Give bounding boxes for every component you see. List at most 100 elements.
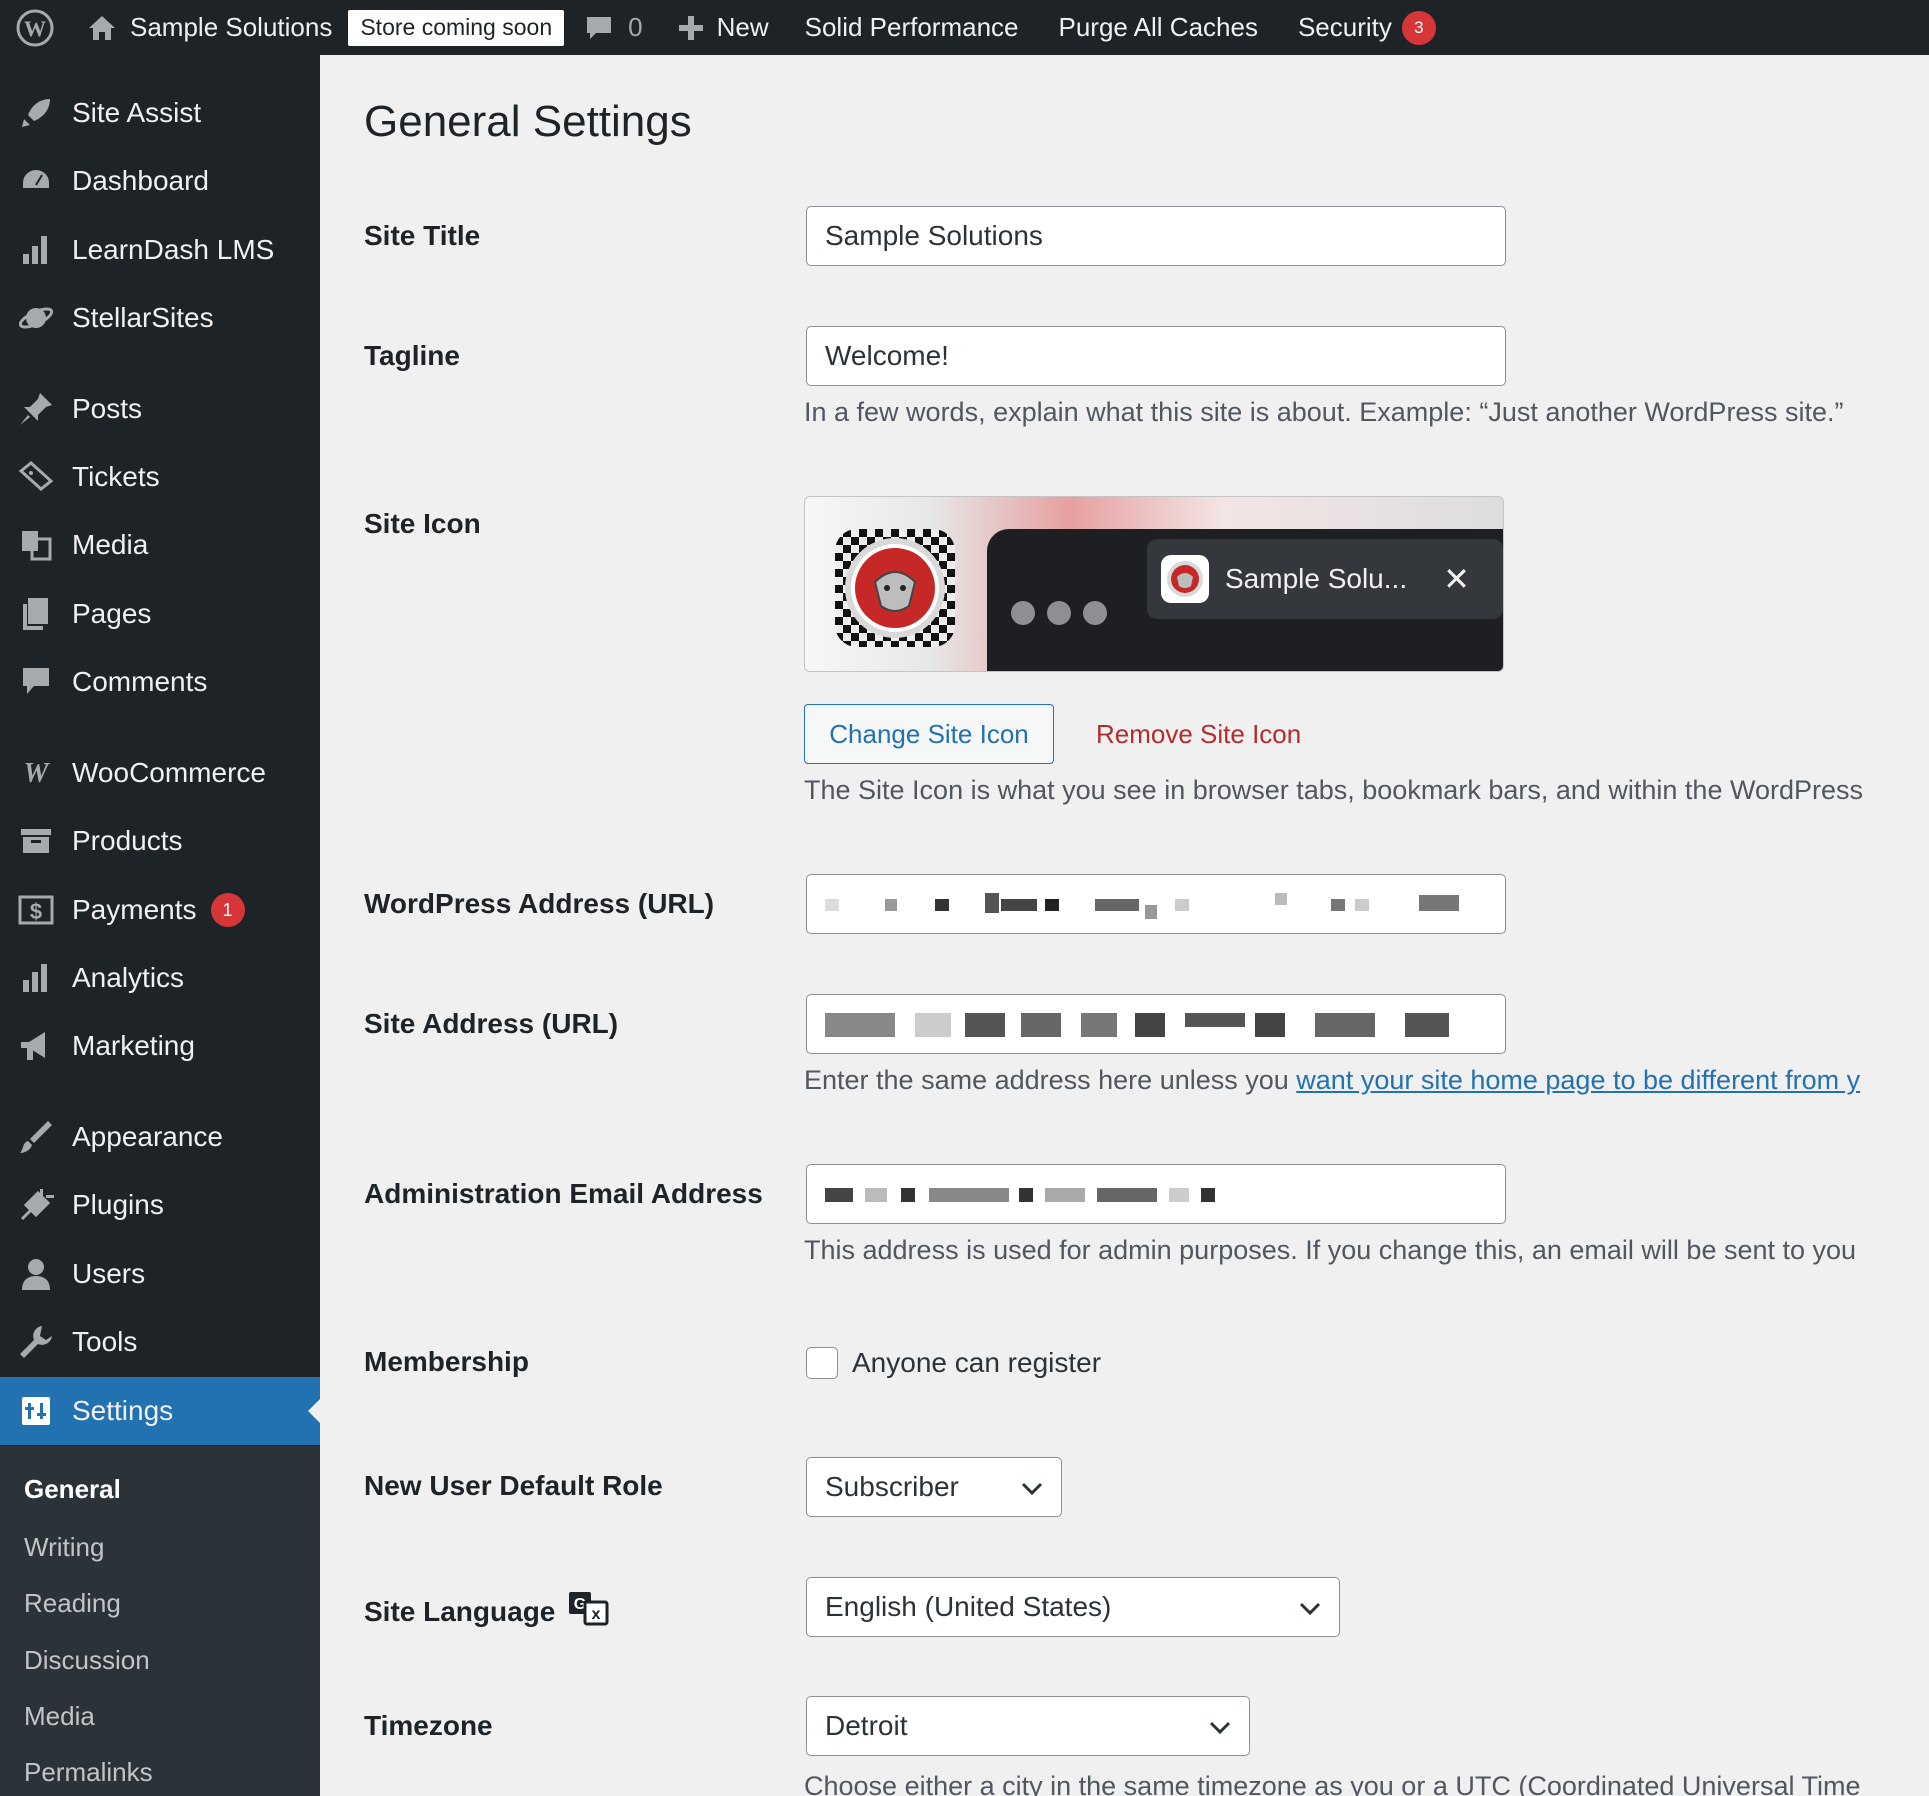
wrench-icon	[0, 1324, 72, 1360]
chevron-down-icon	[1209, 1710, 1231, 1742]
remove-site-icon-button[interactable]: Remove Site Icon	[1096, 719, 1301, 750]
timezone-description: Choose either a city in the same timezon…	[804, 1771, 1861, 1796]
site-icon-label: Site Icon	[364, 508, 481, 539]
browser-tab: Sample Solu... ✕	[1147, 539, 1503, 619]
sidebar-item-dashboard[interactable]: Dashboard	[0, 152, 320, 210]
site-name-menu[interactable]: Sample Solutions	[86, 0, 332, 55]
purge-caches-menu[interactable]: Purge All Caches	[1059, 0, 1258, 55]
sidebar-item-label: WooCommerce	[72, 757, 266, 788]
sidebar-item-plugins[interactable]: Plugins	[0, 1176, 320, 1234]
pin-icon	[0, 391, 72, 427]
tab-close-icon: ✕	[1443, 561, 1470, 597]
site-address-input[interactable]	[806, 994, 1506, 1054]
plug-icon	[0, 1187, 72, 1223]
sidebar-item-comments[interactable]: Comments	[0, 653, 320, 711]
default-role-label: New User Default Role	[364, 1470, 663, 1501]
sidebar-item-tools[interactable]: Tools	[0, 1313, 320, 1371]
redacted-value	[825, 891, 1475, 919]
sidebar-item-woocommerce[interactable]: W WooCommerce	[0, 744, 320, 802]
planet-icon	[0, 300, 72, 336]
dollar-icon: $	[0, 892, 72, 928]
sidebar-item-label: Analytics	[72, 962, 185, 993]
membership-label: Membership	[364, 1346, 529, 1377]
tagline-description: In a few words, explain what this site i…	[804, 397, 1844, 427]
sidebar-item-media[interactable]: Media	[0, 516, 320, 574]
site-title-input[interactable]: Sample Solutions	[806, 206, 1506, 266]
media-icon	[0, 527, 72, 563]
ticket-icon	[0, 459, 72, 495]
sidebar-item-label: Users	[72, 1258, 146, 1289]
anyone-can-register-checkbox[interactable]	[806, 1347, 838, 1379]
site-address-desc-text: Enter the same address here unless you	[804, 1065, 1297, 1095]
settings-icon	[0, 1393, 72, 1429]
comment-icon	[584, 13, 614, 43]
bar-chart-icon	[0, 232, 72, 268]
default-role-value: Subscriber	[825, 1471, 959, 1502]
archive-icon	[0, 823, 72, 859]
sidebar-item-label: Tickets	[72, 461, 160, 492]
security-menu[interactable]: Security 3	[1298, 0, 1436, 55]
sidebar-item-posts[interactable]: Posts	[0, 380, 320, 438]
submenu-discussion[interactable]: Discussion	[24, 1645, 150, 1676]
site-icon-image	[835, 529, 955, 647]
settings-submenu: General Writing Reading Discussion Media…	[0, 1446, 320, 1796]
window-dot-icon	[1011, 601, 1035, 625]
sidebar-item-label: Media	[72, 529, 149, 560]
bar-chart-icon	[0, 960, 72, 996]
wp-address-input[interactable]	[806, 874, 1506, 934]
svg-text:W: W	[24, 16, 46, 41]
home-page-different-link[interactable]: want your site home page to be different…	[1296, 1065, 1860, 1095]
submenu-writing[interactable]: Writing	[24, 1532, 104, 1563]
change-site-icon-button[interactable]: Change Site Icon	[804, 704, 1054, 764]
site-language-select[interactable]: English (United States)	[806, 1577, 1340, 1637]
default-role-select[interactable]: Subscriber	[806, 1457, 1062, 1517]
site-icon-preview: Sample Solu... ✕	[804, 496, 1504, 672]
sidebar-item-label: Comments	[72, 666, 208, 697]
submenu-media[interactable]: Media	[24, 1701, 95, 1732]
sidebar-item-label: Dashboard	[72, 165, 209, 196]
sidebar-item-tickets[interactable]: Tickets	[0, 448, 320, 506]
sidebar-item-marketing[interactable]: Marketing	[0, 1017, 320, 1075]
svg-text:$: $	[30, 899, 42, 924]
home-icon	[86, 12, 118, 44]
sidebar-item-label: Pages	[72, 598, 152, 629]
site-language-value: English (United States)	[825, 1591, 1112, 1622]
anyone-can-register-label[interactable]: Anyone can register	[852, 1347, 1101, 1379]
wp-logo-icon[interactable]: W	[0, 0, 70, 55]
brush-icon	[0, 1119, 72, 1155]
admin-bar: W Sample Solutions Store coming soon 0 N…	[0, 0, 1929, 55]
comments-count: 0	[628, 12, 643, 42]
sidebar-item-payments[interactable]: $ Payments 1	[0, 881, 320, 939]
sidebar-item-pages[interactable]: Pages	[0, 585, 320, 643]
solid-performance-menu[interactable]: Solid Performance	[805, 0, 1019, 55]
sidebar-item-products[interactable]: Products	[0, 812, 320, 870]
new-label: New	[716, 12, 769, 42]
sidebar-item-learndash[interactable]: LearnDash LMS	[0, 221, 320, 279]
redacted-value	[825, 1182, 1245, 1206]
sidebar-item-stellarsites[interactable]: StellarSites	[0, 289, 320, 347]
plus-icon	[677, 14, 705, 42]
tab-favicon-icon	[1161, 555, 1209, 603]
sidebar-item-analytics[interactable]: Analytics	[0, 949, 320, 1007]
sidebar-item-label: Appearance	[72, 1121, 224, 1152]
submenu-general[interactable]: General	[24, 1474, 121, 1505]
sidebar-item-users[interactable]: Users	[0, 1245, 320, 1303]
window-dot-icon	[1083, 601, 1107, 625]
submenu-reading[interactable]: Reading	[24, 1588, 121, 1619]
admin-email-input[interactable]	[806, 1164, 1506, 1224]
tagline-input[interactable]: Welcome!	[806, 326, 1506, 386]
sidebar-item-label: Tools	[72, 1326, 138, 1357]
new-content-menu[interactable]: New	[677, 0, 769, 55]
comment-icon	[0, 664, 72, 700]
comments-menu[interactable]: 0	[584, 0, 643, 55]
sidebar-item-label: Products	[72, 825, 183, 856]
sidebar-item-site-assist[interactable]: Site Assist	[0, 84, 320, 142]
sidebar-item-label: Site Assist	[72, 97, 202, 128]
timezone-select[interactable]: Detroit	[806, 1696, 1250, 1756]
redacted-value	[825, 1009, 1475, 1039]
sidebar-item-appearance[interactable]: Appearance	[0, 1108, 320, 1166]
tagline-label: Tagline	[364, 340, 460, 371]
store-status-badge[interactable]: Store coming soon	[348, 9, 565, 46]
submenu-permalinks[interactable]: Permalinks	[24, 1757, 153, 1788]
sidebar-item-settings[interactable]: Settings	[0, 1377, 320, 1445]
